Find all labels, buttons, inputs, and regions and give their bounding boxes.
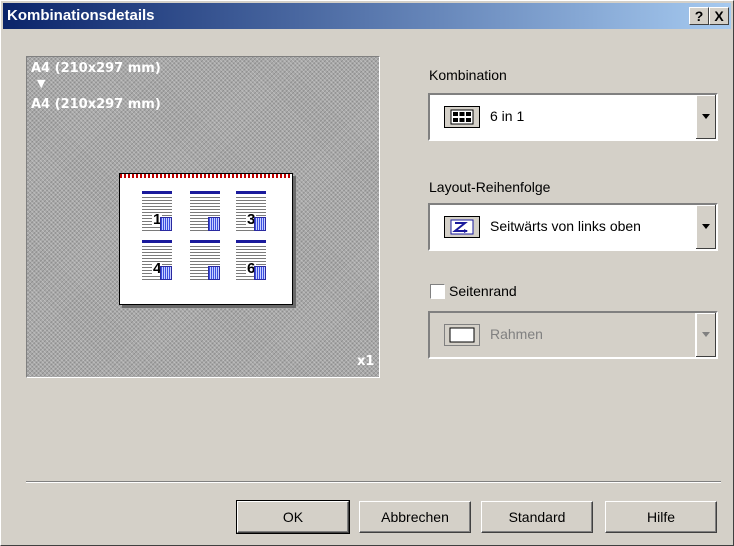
- mini-page-6: 6: [236, 240, 266, 282]
- help-button[interactable]: ?: [689, 7, 709, 25]
- copies-count: x1: [357, 354, 375, 369]
- frame-icon: [444, 324, 480, 346]
- layout-order-label: Layout-Reihenfolge: [429, 179, 551, 195]
- standard-button[interactable]: Standard: [481, 501, 593, 533]
- chevron-down-icon[interactable]: [695, 313, 716, 357]
- separator: [26, 481, 721, 483]
- kombination-select[interactable]: 6 in 1: [428, 93, 718, 141]
- close-button[interactable]: X: [709, 7, 729, 25]
- help-dialog-button[interactable]: Hilfe: [605, 501, 717, 533]
- page-preview-sheet: 1 3 4 6: [119, 173, 293, 305]
- ok-button[interactable]: OK: [236, 500, 350, 534]
- dialog-window: Kombinationsdetails ? X A4 (210x297 mm) …: [0, 0, 734, 546]
- mini-page-2: [190, 191, 220, 233]
- z-order-icon: [444, 216, 480, 238]
- mini-page-3: 3: [236, 191, 266, 233]
- kombination-value: 6 in 1: [490, 108, 525, 124]
- kombination-label: Kombination: [429, 67, 507, 83]
- target-paper-size: A4 (210x297 mm): [31, 97, 161, 112]
- grid-6-icon: [444, 106, 480, 128]
- arrow-down-icon: ▼: [37, 77, 46, 90]
- seitenrand-checkbox[interactable]: [430, 284, 445, 299]
- layout-order-value: Seitwärts von links oben: [490, 218, 641, 234]
- border-style-value: Rahmen: [490, 326, 543, 342]
- chevron-down-icon[interactable]: [695, 205, 716, 249]
- title-bar[interactable]: Kombinationsdetails ? X: [3, 3, 731, 29]
- chevron-down-icon[interactable]: [695, 95, 716, 139]
- mini-page-4: 4: [142, 240, 172, 282]
- mini-page-5: [190, 240, 220, 282]
- source-paper-size: A4 (210x297 mm): [31, 61, 161, 76]
- sheet-edge: [120, 174, 292, 178]
- cancel-button[interactable]: Abbrechen: [359, 501, 471, 533]
- seitenrand-label: Seitenrand: [449, 283, 517, 299]
- border-style-select[interactable]: Rahmen: [428, 311, 718, 359]
- layout-order-select[interactable]: Seitwärts von links oben: [428, 203, 718, 251]
- window-title: Kombinationsdetails: [7, 7, 155, 24]
- preview-pane: A4 (210x297 mm) ▼ A4 (210x297 mm) x1 1 3…: [26, 56, 380, 378]
- mini-page-1: 1: [142, 191, 172, 233]
